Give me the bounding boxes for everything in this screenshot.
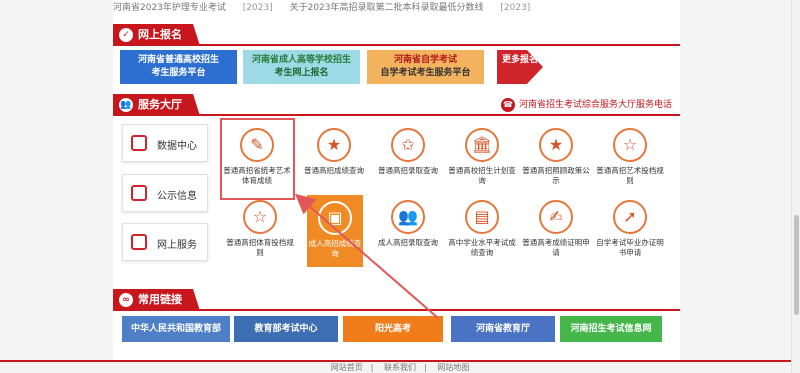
- service-hall-header: 👥 服务大厅 ☎ 河南省招生考试综合服务大厅服务电话: [113, 94, 680, 116]
- footer-link[interactable]: 网站首页: [331, 363, 363, 372]
- banner-subtitle: 考生网上报名: [274, 68, 329, 78]
- service-label: 普通高招艺术投档规则: [596, 166, 664, 185]
- star-icon: ★: [539, 128, 573, 162]
- notice-date: [2023]: [500, 3, 531, 13]
- notice-date: [2023]: [242, 3, 273, 13]
- banner-title: 河南省成人高等学校招生: [251, 55, 351, 65]
- service-label: 普通高招成绩查询: [304, 166, 364, 175]
- footer: 网站首页 | 联系我们 | 网站地图: [330, 363, 470, 372]
- service-label: 自学考试毕业办证明书申请: [596, 238, 664, 257]
- link-label: 中华人民共和国教育部: [130, 324, 221, 334]
- service-label: 高中学业水平考试成绩查询: [448, 238, 516, 257]
- link-label: 阳光高考: [374, 324, 411, 334]
- service-label: 普通高招照顾政策公示: [522, 166, 590, 185]
- common-links-header: ∞ 常用链接: [113, 289, 680, 311]
- banner-subtitle: 考生服务平台: [151, 68, 206, 78]
- highlight-annotation-box: [220, 118, 295, 200]
- vertical-scrollbar[interactable]: [791, 0, 800, 373]
- star-outline-icon: ✩: [391, 128, 425, 162]
- service-hotline[interactable]: ☎ 河南省招生考试综合服务大厅服务电话: [500, 97, 672, 113]
- people-icon: 👥: [391, 200, 425, 234]
- document-icon: ▤: [465, 200, 499, 234]
- banner-subtitle: 自学考试考生服务平台: [380, 68, 471, 78]
- image-icon: ▣: [318, 201, 352, 235]
- link-sunshine-gaokao[interactable]: 阳光高考: [343, 316, 443, 342]
- section-tab: ✓ 网上报名: [113, 24, 200, 46]
- service-label: 普通高考成绩证明申请: [522, 238, 590, 257]
- banner-title: 河南省普通高校招生: [137, 55, 219, 65]
- registration-icon: ✓: [119, 28, 133, 42]
- service-graduation-certificate[interactable]: ➚ 自学考试毕业办证明书申请: [595, 200, 665, 258]
- service-label: 普通高招体育投档规则: [226, 238, 294, 257]
- service-sports-rules[interactable]: ☆ 普通高招体育投档规则: [225, 200, 295, 258]
- gaokao-service-banner[interactable]: 河南省普通高校招生 考生服务平台: [120, 50, 237, 84]
- self-study-banner[interactable]: 河南省自学考试 自学考试考生服务平台: [367, 50, 484, 84]
- service-academic-level[interactable]: ▤ 高中学业水平考试成绩查询: [447, 200, 517, 258]
- service-label: 成人高招录取查询: [378, 238, 438, 247]
- star-outline-icon: ☆: [243, 200, 277, 234]
- hotline-text: 河南省招生考试综合服务大厅服务电话: [518, 100, 672, 110]
- side-label: 公示信息: [157, 191, 197, 202]
- side-label: 网上服务: [157, 240, 197, 251]
- service-enrollment-plan[interactable]: 🏛 普通高校招生计划查询: [447, 128, 517, 186]
- certificate-icon: ✍: [539, 200, 573, 234]
- banner-title: 河南省自学考试: [393, 55, 457, 65]
- link-label: 河南省教育厅: [475, 324, 530, 334]
- star-icon: ★: [317, 128, 351, 162]
- data-center-button[interactable]: 数据中心: [122, 124, 208, 162]
- public-info-button[interactable]: 公示信息: [122, 174, 208, 212]
- more-label: 更多报名: [501, 55, 538, 65]
- export-icon: ➚: [613, 200, 647, 234]
- top-notice-line: 河南省2023年护理专业考试 [2023] 关于2023年高招录取第二批本科录取…: [113, 0, 680, 14]
- phone-icon: ☎: [500, 98, 515, 112]
- notice-icon: [131, 185, 147, 201]
- link-label: 河南招生考试信息网: [570, 324, 652, 334]
- service-label: 普通高校招生计划查询: [448, 166, 516, 185]
- star-outline-icon: ☆: [613, 128, 647, 162]
- scrollbar-thumb[interactable]: [794, 215, 799, 315]
- notice-link[interactable]: 河南省2023年护理专业考试: [113, 0, 226, 13]
- section-tab: 👥 服务大厅: [113, 94, 200, 116]
- link-neea[interactable]: 教育部考试中心: [234, 316, 338, 342]
- service-score-certificate[interactable]: ✍ 普通高考成绩证明申请: [521, 200, 591, 258]
- section-title: 服务大厅: [138, 98, 182, 111]
- people-icon: 👥: [119, 98, 133, 112]
- link-icon: ∞: [119, 293, 133, 307]
- service-policy-notice[interactable]: ★ 普通高招照顾政策公示: [521, 128, 591, 186]
- online-registration-header: ✓ 网上报名: [113, 24, 680, 46]
- service-label: 普通高招录取查询: [378, 166, 438, 175]
- service-gaokao-score[interactable]: ★ 普通高招成绩查询: [299, 128, 369, 176]
- side-label: 数据中心: [157, 141, 197, 152]
- notice-link[interactable]: 关于2023年高招录取第二批本科录取最低分数线: [290, 0, 484, 13]
- service-adult-score[interactable]: ▣ 成人高招成绩查询: [307, 195, 363, 267]
- adult-exam-banner[interactable]: 河南省成人高等学校招生 考生网上报名: [243, 50, 360, 84]
- service-icon: [131, 234, 147, 250]
- link-moe[interactable]: 中华人民共和国教育部: [122, 316, 230, 342]
- link-henan-education[interactable]: 河南省教育厅: [451, 316, 555, 342]
- building-icon: 🏛: [465, 128, 499, 162]
- service-art-rules[interactable]: ☆ 普通高招艺术投档规则: [595, 128, 665, 186]
- section-title: 网上报名: [138, 28, 182, 41]
- service-gaokao-admission[interactable]: ✩ 普通高招录取查询: [373, 128, 443, 176]
- service-label: 成人高招成绩查询: [308, 239, 362, 258]
- section-title: 常用链接: [138, 293, 182, 306]
- footer-link[interactable]: 网站地图: [437, 363, 469, 372]
- link-label: 教育部考试中心: [254, 324, 318, 334]
- link-henan-exam-info[interactable]: 河南招生考试信息网: [560, 316, 662, 342]
- data-icon: [131, 135, 147, 151]
- footer-link[interactable]: 联系我们: [384, 363, 416, 372]
- online-service-button[interactable]: 网上服务: [122, 223, 208, 261]
- section-tab: ∞ 常用链接: [113, 289, 200, 311]
- service-adult-admission[interactable]: 👥 成人高招录取查询: [373, 200, 443, 248]
